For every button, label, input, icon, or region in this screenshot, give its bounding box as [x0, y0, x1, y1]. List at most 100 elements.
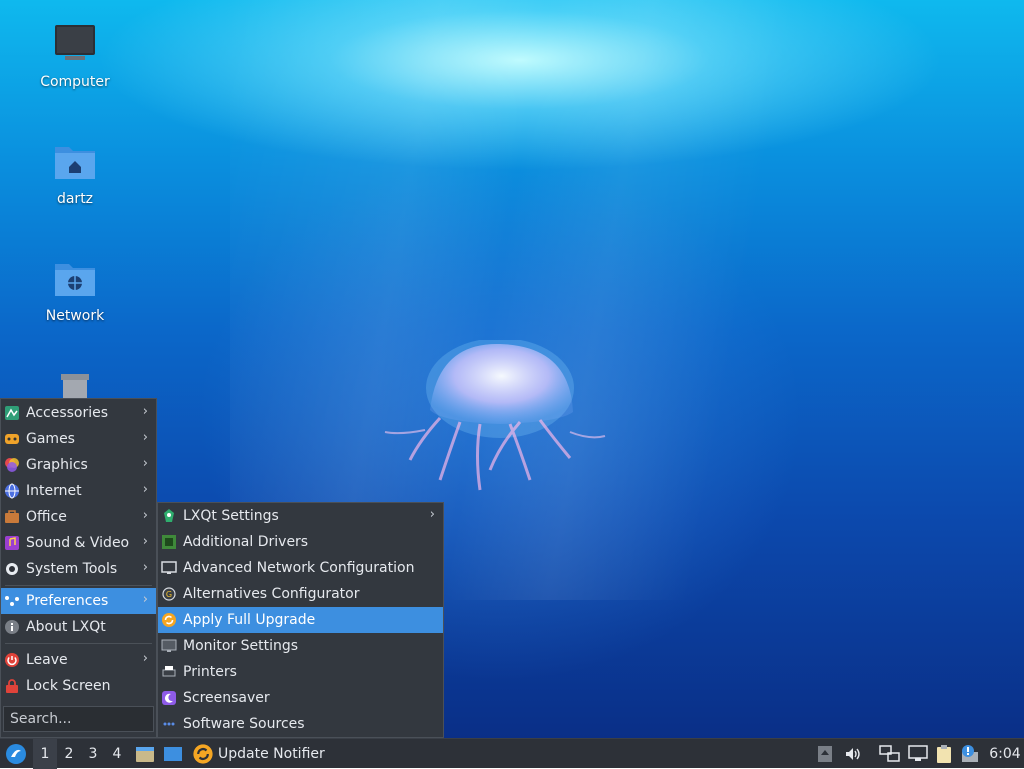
menu-item-preferences[interactable]: Preferences ›	[1, 588, 156, 614]
menu-item-label: Printers	[183, 664, 237, 680]
menu-item-label: Alternatives Configurator	[183, 586, 360, 602]
svg-text:G: G	[166, 590, 172, 599]
menu-separator	[5, 643, 152, 644]
tray-display-button[interactable]	[878, 739, 902, 769]
desktop-icon-home[interactable]: dartz	[20, 139, 130, 207]
volume-icon	[846, 748, 860, 760]
taskbar: 1 2 3 4 Update Notifier 6:04	[0, 738, 1024, 769]
menu-item-office[interactable]: Office ›	[1, 504, 156, 530]
submenu-item-lxqt-settings[interactable]: LXQt Settings ›	[158, 503, 443, 529]
submenu-item-software-sources[interactable]: Software Sources	[158, 711, 443, 737]
menu-item-label: Additional Drivers	[183, 534, 309, 550]
chevron-right-icon: ›	[142, 482, 148, 497]
workspace-3-button[interactable]: 3	[81, 739, 105, 769]
preferences-submenu: LXQt Settings › Additional Drivers Advan…	[157, 502, 444, 738]
software-sources-icon	[161, 716, 177, 732]
chevron-right-icon: ›	[429, 507, 435, 522]
chevron-right-icon: ›	[142, 456, 148, 471]
task-update-notifier[interactable]: Update Notifier	[192, 739, 332, 769]
office-icon	[4, 509, 20, 525]
clipboard-icon	[937, 745, 951, 763]
menu-item-label: Monitor Settings	[183, 638, 299, 654]
chip-icon	[161, 534, 177, 550]
internet-icon	[4, 483, 20, 499]
tray-network-button[interactable]	[906, 739, 930, 769]
menu-item-label: Software Sources	[183, 716, 305, 732]
update-available-icon	[962, 745, 978, 762]
submenu-item-monitor-settings[interactable]: Monitor Settings	[158, 633, 443, 659]
jellyfish-image	[384, 340, 606, 491]
monitor-network-icon	[161, 560, 177, 576]
chevron-right-icon: ›	[142, 508, 148, 523]
lubuntu-logo-icon	[6, 744, 26, 764]
menu-item-sound-video[interactable]: Sound & Video ›	[1, 530, 156, 556]
menu-item-label: Accessories	[26, 405, 109, 421]
menu-item-label: Graphics	[26, 457, 88, 473]
tray-update-button[interactable]	[958, 739, 982, 769]
main-menu: Accessories › Games › Graphics › Interne…	[0, 398, 157, 738]
menu-item-graphics[interactable]: Graphics ›	[1, 452, 156, 478]
submenu-item-additional-drivers[interactable]: Additional Drivers	[158, 529, 443, 555]
home-folder-icon	[55, 147, 95, 179]
menu-item-label: Internet	[26, 483, 82, 499]
menu-item-accessories[interactable]: Accessories ›	[1, 400, 156, 426]
show-desktop-icon	[164, 747, 182, 761]
menu-item-label: Games	[26, 431, 75, 447]
lxqt-settings-icon	[161, 508, 177, 524]
workspace-4-button[interactable]: 4	[105, 739, 129, 769]
chevron-right-icon: ›	[142, 592, 148, 607]
menu-item-games[interactable]: Games ›	[1, 426, 156, 452]
info-icon	[4, 619, 20, 635]
workspace-2-button[interactable]: 2	[57, 739, 81, 769]
menu-item-label: Apply Full Upgrade	[183, 612, 316, 628]
desktop-icon-computer[interactable]: Computer	[20, 22, 130, 90]
menu-item-label: Advanced Network Configuration	[183, 560, 415, 576]
update-notifier-icon	[193, 744, 213, 764]
printer-icon	[161, 664, 177, 680]
menu-search-input[interactable]: Search...	[3, 706, 154, 732]
tray-volume-button[interactable]	[842, 739, 864, 769]
start-menu-button[interactable]	[2, 739, 30, 769]
submenu-item-alternatives[interactable]: G Alternatives Configurator	[158, 581, 443, 607]
sound-video-icon	[4, 535, 20, 551]
menu-item-label: Sound & Video	[26, 535, 130, 551]
lock-icon	[4, 678, 20, 694]
preferences-icon	[4, 593, 20, 609]
menu-item-label: System Tools	[26, 561, 118, 577]
file-manager-icon	[136, 747, 154, 762]
chevron-right-icon: ›	[142, 651, 148, 666]
menu-item-system-tools[interactable]: System Tools ›	[1, 556, 156, 582]
upgrade-icon	[161, 612, 177, 628]
clock[interactable]: 6:04	[986, 739, 1024, 769]
submenu-item-printers[interactable]: Printers	[158, 659, 443, 685]
workspace-1-button[interactable]: 1	[33, 739, 57, 769]
submenu-item-apply-full-upgrade[interactable]: Apply Full Upgrade	[158, 607, 443, 633]
menu-item-label: About LXQt	[26, 619, 106, 635]
desktop-icon-label: Network	[45, 308, 105, 324]
system-tools-icon	[4, 561, 20, 577]
network-wired-icon	[908, 745, 928, 761]
power-icon	[4, 652, 20, 668]
tray-eject-button[interactable]	[814, 739, 836, 769]
eject-icon	[818, 746, 832, 762]
graphics-icon	[4, 457, 20, 473]
menu-item-internet[interactable]: Internet ›	[1, 478, 156, 504]
submenu-item-screensaver[interactable]: Screensaver	[158, 685, 443, 711]
menu-item-lock-screen[interactable]: Lock Screen	[1, 673, 156, 699]
menu-item-leave[interactable]: Leave ›	[1, 647, 156, 673]
desktop-icon-network[interactable]: Network	[20, 256, 130, 324]
submenu-item-advanced-network[interactable]: Advanced Network Configuration	[158, 555, 443, 581]
menu-item-label: Office	[26, 509, 67, 525]
menu-item-label: Lock Screen	[26, 678, 111, 694]
show-desktop-launcher[interactable]	[160, 739, 186, 769]
menu-item-about-lxqt[interactable]: About LXQt	[1, 614, 156, 640]
menu-item-label: Preferences	[26, 593, 109, 609]
chevron-right-icon: ›	[142, 560, 148, 575]
file-manager-launcher[interactable]	[132, 739, 158, 769]
tray-clipboard-button[interactable]	[932, 739, 956, 769]
task-label: Update Notifier	[218, 746, 325, 762]
screensaver-icon	[161, 690, 177, 706]
menu-item-label: Leave	[26, 652, 68, 668]
network-folder-icon	[55, 264, 95, 296]
menu-item-label: Screensaver	[183, 690, 270, 706]
